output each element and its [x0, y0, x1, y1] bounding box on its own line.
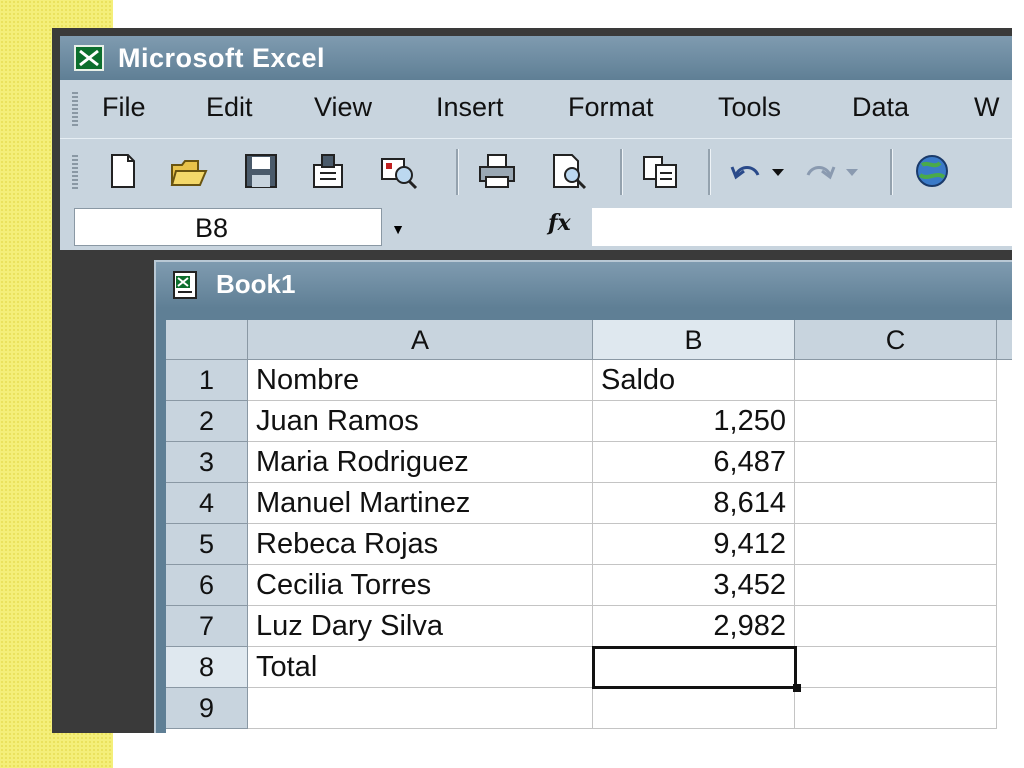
cell-b9[interactable] — [593, 688, 795, 729]
open-folder-icon[interactable] — [168, 151, 210, 191]
column-header-a[interactable]: A — [248, 320, 593, 360]
excel-app-icon — [74, 45, 104, 71]
research-icon[interactable] — [378, 151, 420, 191]
cell-b2[interactable]: 1,250 — [593, 401, 795, 442]
name-box-value: B8 — [195, 213, 229, 243]
menu-edit[interactable]: Edit — [206, 92, 253, 123]
cell-b1[interactable]: Saldo — [593, 360, 795, 401]
workbook-title: Book1 — [216, 269, 296, 299]
excel-window: Microsoft Excel File Edit View Insert Fo… — [52, 28, 1012, 733]
cell-c3[interactable] — [795, 442, 997, 483]
cell-b4[interactable]: 8,614 — [593, 483, 795, 524]
workspace: Book1 A B C 1 Nombre Saldo 2 Juan Ramos … — [60, 250, 1012, 733]
undo-dropdown-icon[interactable] — [768, 151, 788, 191]
cell-c1[interactable] — [795, 360, 997, 401]
new-document-icon[interactable] — [102, 151, 144, 191]
cell-a4[interactable]: Manuel Martinez — [248, 483, 593, 524]
permission-icon[interactable] — [308, 151, 350, 191]
menu-view[interactable]: View — [314, 92, 372, 123]
menu-bar: File Edit View Insert Format Tools Data … — [60, 80, 1012, 138]
row-header[interactable]: 4 — [166, 483, 248, 524]
cell-c8[interactable] — [795, 647, 997, 688]
toolbar-separator — [456, 149, 459, 195]
column-header-b[interactable]: B — [593, 320, 795, 360]
menu-window[interactable]: W — [974, 92, 999, 123]
toolbar-separator — [890, 149, 893, 195]
worksheet-grid[interactable]: A B C 1 Nombre Saldo 2 Juan Ramos 1,250 … — [166, 320, 1012, 733]
menu-tools[interactable]: Tools — [718, 92, 781, 123]
cell-a8[interactable]: Total — [248, 647, 593, 688]
menu-file[interactable]: File — [102, 92, 146, 123]
cell-a3[interactable]: Maria Rodriguez — [248, 442, 593, 483]
cell-b5[interactable]: 9,412 — [593, 524, 795, 565]
toolbar-separator — [708, 149, 711, 195]
print-preview-icon[interactable] — [548, 151, 590, 191]
row-header[interactable]: 9 — [166, 688, 248, 729]
column-header-c[interactable]: C — [795, 320, 997, 360]
select-all-corner[interactable] — [166, 320, 248, 360]
cell-c6[interactable] — [795, 565, 997, 606]
print-icon[interactable] — [476, 151, 518, 191]
cell-a6[interactable]: Cecilia Torres — [248, 565, 593, 606]
row-header[interactable]: 7 — [166, 606, 248, 647]
menu-format[interactable]: Format — [568, 92, 654, 123]
cell-c7[interactable] — [795, 606, 997, 647]
cell-a5[interactable]: Rebeca Rojas — [248, 524, 593, 565]
cell-c4[interactable] — [795, 483, 997, 524]
row-header[interactable]: 6 — [166, 565, 248, 606]
formula-bar: B8 ▼ fx — [60, 204, 1012, 250]
cell-c5[interactable] — [795, 524, 997, 565]
active-cell-outline[interactable] — [592, 646, 797, 689]
name-box[interactable]: B8 ▼ — [74, 208, 405, 246]
redo-icon[interactable] — [798, 151, 840, 191]
cell-b3[interactable]: 6,487 — [593, 442, 795, 483]
cell-a7[interactable]: Luz Dary Silva — [248, 606, 593, 647]
cell-a1[interactable]: Nombre — [248, 360, 593, 401]
row-header[interactable]: 1 — [166, 360, 248, 401]
web-globe-icon[interactable] — [910, 151, 952, 191]
workbook-title-bar[interactable]: Book1 — [156, 262, 1012, 308]
redo-dropdown-icon[interactable] — [842, 151, 862, 191]
menu-insert[interactable]: Insert — [436, 92, 504, 123]
row-header[interactable]: 8 — [166, 647, 248, 688]
cell-c2[interactable] — [795, 401, 997, 442]
workbook-icon — [172, 270, 202, 300]
formula-input[interactable] — [592, 208, 1012, 246]
menubar-grip[interactable] — [72, 92, 78, 126]
row-header[interactable]: 3 — [166, 442, 248, 483]
cell-a9[interactable] — [248, 688, 593, 729]
row-header[interactable]: 2 — [166, 401, 248, 442]
name-box-dropdown-icon[interactable]: ▼ — [391, 221, 405, 237]
cell-a2[interactable]: Juan Ramos — [248, 401, 593, 442]
cell-b6[interactable]: 3,452 — [593, 565, 795, 606]
fill-handle[interactable] — [793, 684, 801, 692]
undo-icon[interactable] — [726, 151, 768, 191]
standard-toolbar — [60, 138, 1012, 205]
toolbar-grip[interactable] — [72, 155, 78, 189]
save-icon[interactable] — [240, 151, 282, 191]
column-header-d[interactable] — [997, 320, 1012, 360]
workbook-window: Book1 A B C 1 Nombre Saldo 2 Juan Ramos … — [154, 260, 1012, 733]
menu-data[interactable]: Data — [852, 92, 909, 123]
app-title: Microsoft Excel — [118, 43, 326, 73]
app-title-bar[interactable]: Microsoft Excel — [60, 36, 1012, 80]
cell-c9[interactable] — [795, 688, 997, 729]
insert-function-icon[interactable]: fx — [548, 210, 571, 236]
toolbar-separator — [620, 149, 623, 195]
row-header[interactable]: 5 — [166, 524, 248, 565]
cell-b7[interactable]: 2,982 — [593, 606, 795, 647]
copy-icon[interactable] — [640, 151, 682, 191]
